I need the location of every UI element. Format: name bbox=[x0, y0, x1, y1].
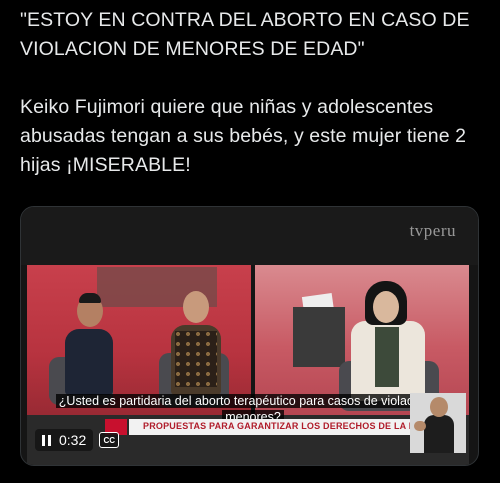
video-timestamp: 0:32 bbox=[59, 432, 87, 448]
sign-language-interpreter bbox=[410, 393, 466, 453]
pause-icon bbox=[42, 434, 51, 446]
video-player[interactable]: tvperu ¿Usted es partidaria del aborto t… bbox=[20, 206, 479, 466]
video-controls: 0:32 CC bbox=[35, 427, 120, 453]
lower-third-banner: PROPUESTAS PARA GARANTIZAR LOS DERECHOS … bbox=[129, 419, 453, 435]
channel-watermark: tvperu bbox=[409, 221, 456, 240]
play-pause-control[interactable]: 0:32 bbox=[35, 429, 94, 451]
closed-captions-button[interactable]: CC bbox=[99, 432, 120, 448]
post-text: "ESTOY EN CONTRA DEL ABORTO EN CASO DE V… bbox=[20, 9, 470, 176]
